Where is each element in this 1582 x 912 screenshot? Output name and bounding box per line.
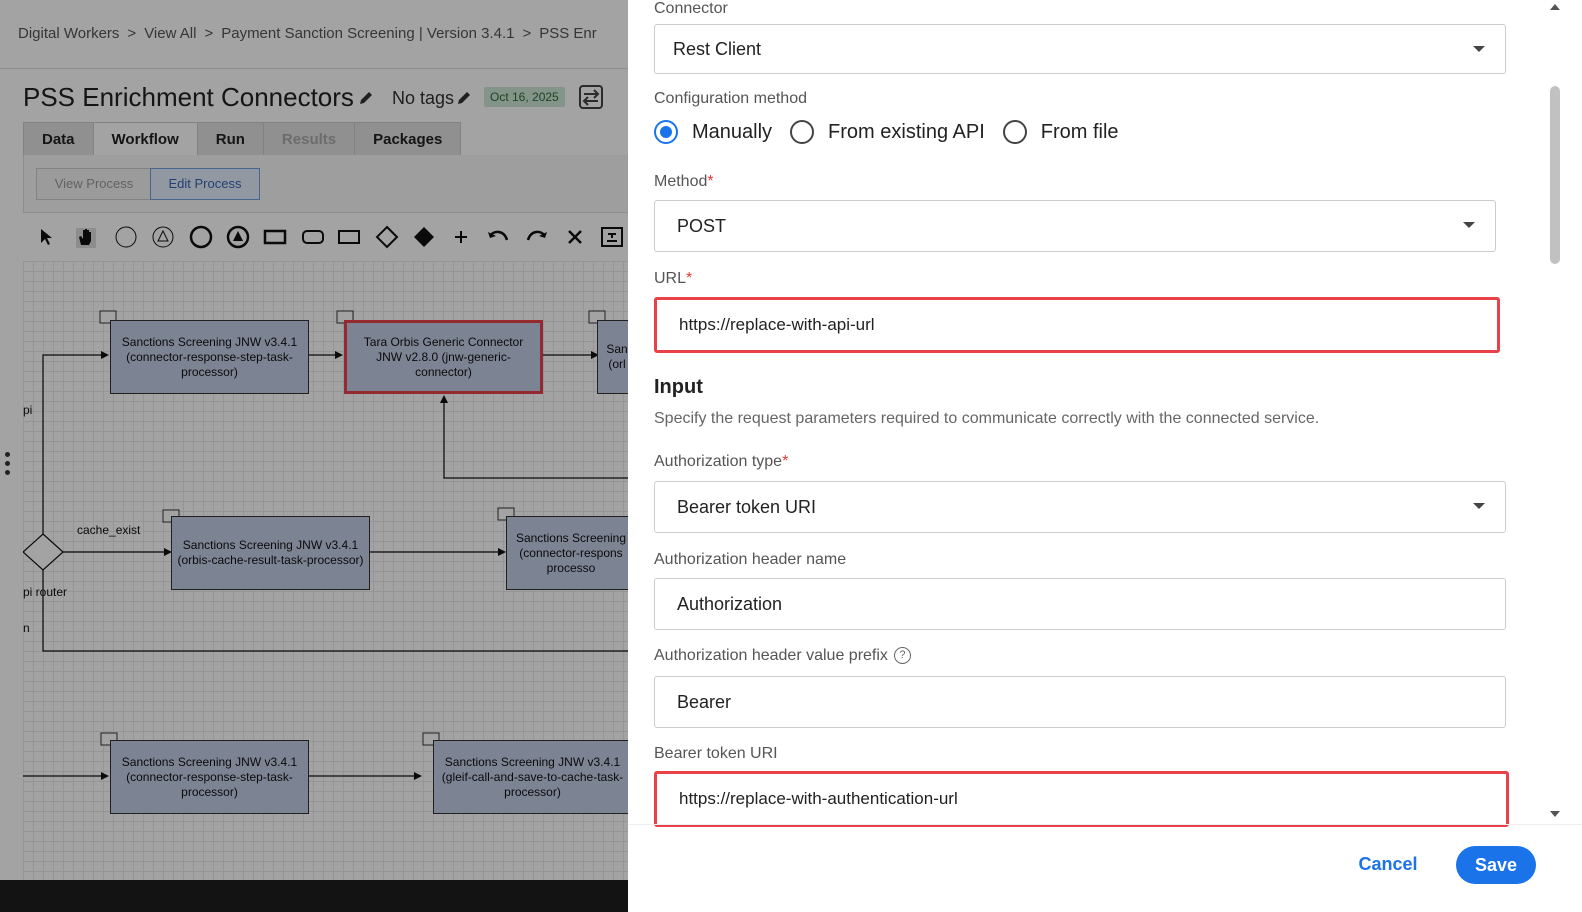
help-icon[interactable]: ? bbox=[893, 647, 911, 665]
radio-checked-icon bbox=[654, 120, 678, 144]
auth-header-name-input[interactable]: Authorization bbox=[654, 578, 1506, 630]
auth-type-label: Authorization type* bbox=[654, 453, 789, 470]
auth-header-name-label: Authorization header name bbox=[654, 551, 847, 568]
save-button[interactable]: Save bbox=[1456, 846, 1536, 884]
input-section-title: Input bbox=[654, 376, 703, 398]
auth-prefix-label: Authorization header value prefix? bbox=[654, 647, 911, 665]
modal-overlay[interactable] bbox=[0, 0, 628, 912]
input-section-description: Specify the request parameters required … bbox=[654, 410, 1320, 427]
url-label: URL* bbox=[654, 270, 693, 287]
scrollbar-thumb[interactable] bbox=[1550, 86, 1560, 264]
bearer-uri-input[interactable]: https://replace-with-authentication-url bbox=[654, 771, 1509, 827]
connector-label: Connector bbox=[654, 0, 728, 17]
scroll-up-icon[interactable] bbox=[1550, 4, 1560, 10]
auth-prefix-input[interactable]: Bearer bbox=[654, 676, 1506, 728]
connector-config-drawer: Connector Rest Client Configuration meth… bbox=[628, 0, 1582, 912]
auth-type-select[interactable]: Bearer token URI bbox=[654, 481, 1506, 533]
method-label: Method* bbox=[654, 173, 714, 190]
bearer-uri-label: Bearer token URI bbox=[654, 745, 778, 762]
radio-unchecked-icon bbox=[1002, 120, 1027, 144]
radio-manually[interactable]: Manually bbox=[654, 120, 772, 144]
scroll-down-icon[interactable] bbox=[1550, 811, 1560, 817]
more-vertical-icon[interactable] bbox=[5, 452, 11, 479]
divider bbox=[628, 824, 1582, 825]
connector-select[interactable]: Rest Client bbox=[654, 24, 1506, 74]
workspace: Digital Workers > View All > Payment Sanctio… bbox=[0, 0, 628, 912]
method-select[interactable]: POST bbox=[654, 200, 1496, 252]
url-input[interactable]: https://replace-with-api-url bbox=[654, 297, 1500, 353]
radio-from-file[interactable]: From file bbox=[1002, 120, 1119, 144]
config-method-group: Manually From existing API From file bbox=[654, 120, 1137, 144]
radio-existing-api[interactable]: From existing API bbox=[790, 120, 985, 144]
cancel-button[interactable]: Cancel bbox=[1348, 846, 1428, 882]
radio-unchecked-icon bbox=[790, 120, 815, 144]
config-method-label: Configuration method bbox=[654, 90, 807, 107]
